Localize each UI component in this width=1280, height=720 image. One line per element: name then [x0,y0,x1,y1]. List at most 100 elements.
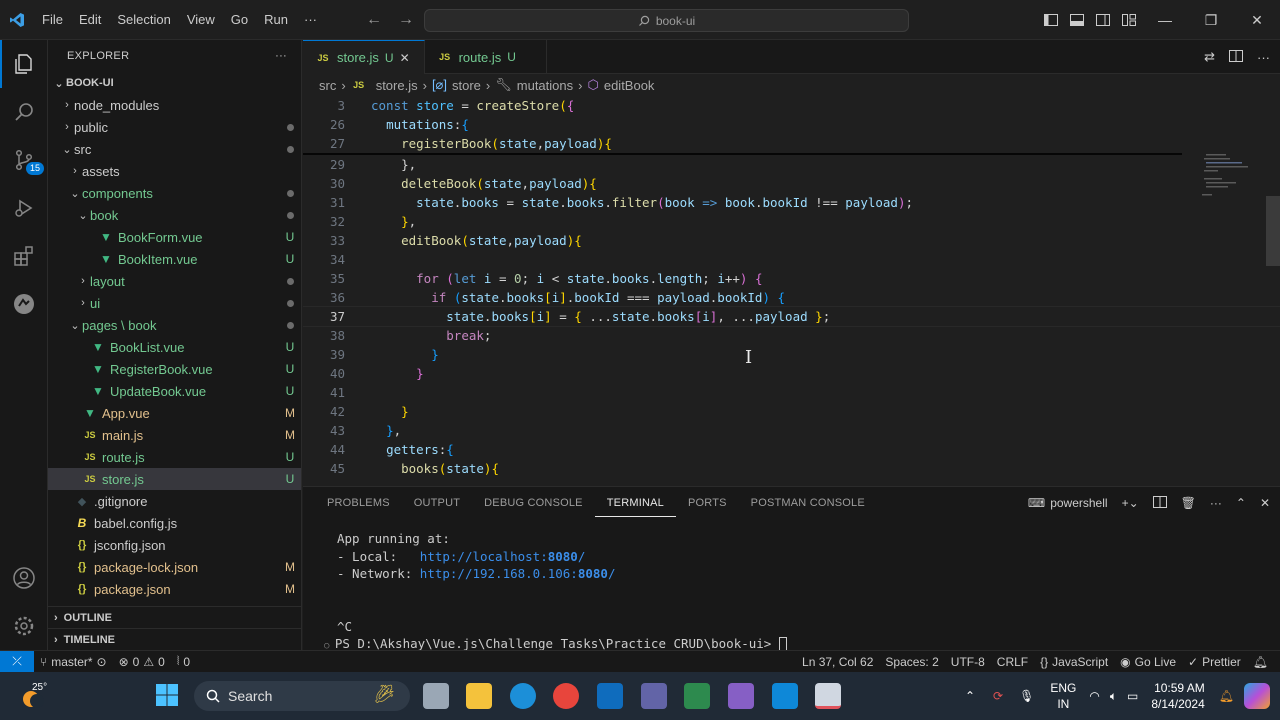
tree-file[interactable]: ▼ UpdateBook.vue U [48,380,301,402]
breadcrumb-src[interactable]: src [319,78,336,93]
tree-folder[interactable]: ⌄ src [48,138,301,160]
more-editor-actions-icon[interactable]: ··· [1257,50,1270,65]
tree-file[interactable]: JS main.js M [48,424,301,446]
tree-file[interactable]: JS route.js U [48,446,301,468]
language-mode[interactable]: {} JavaScript [1034,655,1114,669]
back-arrow-icon[interactable]: ← [366,11,382,29]
panel-tab[interactable]: POSTMAN CONSOLE [739,487,877,519]
command-center-search[interactable]: book-ui [424,9,909,32]
tab-route-js[interactable]: JS route.js U [425,40,547,74]
panel-tab[interactable]: TERMINAL [594,490,676,517]
tree-folder[interactable]: ⌄ book [48,204,301,226]
notifications-bell-icon[interactable]: 🔔︎ [1247,655,1274,669]
local-url-tail[interactable]: / [578,549,586,564]
workspace-root[interactable]: ⌄ BOOK-UI [48,72,301,94]
indentation[interactable]: Spaces: 2 [879,655,944,669]
forward-arrow-icon[interactable]: → [398,11,414,29]
tree-file[interactable]: ▼ BookList.vue U [48,336,301,358]
customize-layout-icon[interactable] [1116,0,1142,40]
search-view-icon[interactable] [0,88,48,136]
notification-bell-icon[interactable]: 🔔︎ [1213,689,1240,703]
clock[interactable]: 10:59 AM 8/14/2024 [1143,680,1212,712]
tree-file[interactable]: {} jsconfig.json [48,534,301,556]
tree-file[interactable]: JS store.js U [48,468,301,490]
menu-item[interactable]: Selection [109,0,178,40]
remote-indicator-icon[interactable]: ⤫ [0,650,34,673]
breadcrumb-mutations[interactable]: mutations [517,78,573,93]
breadcrumb-store[interactable]: store [452,78,481,93]
tree-file[interactable]: ▼ BookForm.vue U [48,226,301,248]
toggle-primary-sidebar-icon[interactable] [1038,0,1064,40]
panel-tab[interactable]: PROBLEMS [315,487,402,519]
sync-tray-icon[interactable]: ⟳ [985,689,1011,703]
close-window-button[interactable]: ✕ [1234,0,1280,40]
excel-icon[interactable] [684,683,710,709]
volume-icon[interactable]: 🔈︎ [1105,689,1122,704]
cursor-position[interactable]: Ln 37, Col 62 [796,655,879,669]
tree-folder[interactable]: › ui [48,292,301,314]
tree-file[interactable]: Bbabel.config.js [48,512,301,534]
kill-terminal-icon[interactable]: 🗑︎ [1181,496,1196,510]
encoding[interactable]: UTF-8 [945,655,991,669]
source-control-icon[interactable]: 15 [0,136,48,184]
tab-store-js[interactable]: JS store.js U ✕ [303,40,425,74]
toggle-secondary-sidebar-icon[interactable] [1090,0,1116,40]
copilot-icon[interactable] [1244,683,1270,709]
panel-tab[interactable]: PORTS [676,487,739,519]
battery-icon[interactable]: ▭ [1122,689,1143,703]
tree-file[interactable]: ▼ RegisterBook.vue U [48,358,301,380]
editor-scroll-thumb[interactable] [1266,196,1280,266]
settings-gear-icon[interactable] [0,602,48,650]
run-debug-icon[interactable] [0,184,48,232]
tree-folder[interactable]: ⌄ components [48,182,301,204]
restore-button[interactable]: ❐ [1188,0,1234,40]
local-url[interactable]: http://localhost: [420,549,548,564]
tree-folder[interactable]: ⌄ pages \ book [48,314,301,336]
compare-changes-icon[interactable]: ⇄ [1204,49,1215,65]
weather-widget[interactable]: 25° [18,680,58,712]
timeline-section[interactable]: › TIMELINE [48,628,301,650]
menu-item[interactable]: ··· [296,0,325,40]
more-actions-icon[interactable]: ··· [275,50,287,62]
tree-folder[interactable]: › node_modules [48,94,301,116]
menu-item[interactable]: View [179,0,223,40]
teams-icon[interactable] [641,683,667,709]
windows-start-icon[interactable] [155,683,181,709]
panel-tab[interactable]: DEBUG CONSOLE [472,487,595,519]
chrome-browser-icon[interactable] [553,683,579,709]
minimize-button[interactable]: — [1142,0,1188,40]
menu-item[interactable]: Run [256,0,296,40]
microphone-icon[interactable]: 🎙︎ [1011,689,1042,703]
problems-status[interactable]: ⊗ 0 ⚠ 0 [113,655,171,669]
tree-folder[interactable]: › public [48,116,301,138]
file-explorer-icon[interactable] [466,683,492,709]
breadcrumb-file[interactable]: store.js [376,78,418,93]
terminal-output[interactable]: App running at: - Local: http://localhos… [303,519,1280,654]
prettier-status[interactable]: ✓ Prettier [1182,655,1247,669]
menu-item[interactable]: Edit [71,0,109,40]
chevron-up-icon[interactable]: ⌃ [955,689,985,703]
local-url-port[interactable]: 8080 [548,549,578,564]
snipping-tool-icon[interactable] [815,683,841,709]
tree-file[interactable]: ▼ BookItem.vue U [48,248,301,270]
panel-tab[interactable]: OUTPUT [402,487,472,519]
split-terminal-icon[interactable] [1152,495,1167,511]
terminal-shell-selector[interactable]: ⌨ powershell [1028,496,1108,510]
input-language[interactable]: ENG IN [1042,680,1084,712]
wifi-icon[interactable]: ◠ [1084,689,1104,703]
edge-browser-icon[interactable] [510,683,536,709]
network-url-port[interactable]: 8080 [578,566,608,581]
breadcrumb-method[interactable]: editBook [604,78,655,93]
vscode-taskbar-icon[interactable] [772,683,798,709]
ports-status[interactable]: ⦚ 0 [171,654,196,669]
task-view-icon[interactable] [423,683,449,709]
editor-scrollbar[interactable] [1266,96,1280,486]
visual-studio-icon[interactable] [728,683,754,709]
tree-folder[interactable]: › layout [48,270,301,292]
outlook-icon[interactable] [597,683,623,709]
tree-folder[interactable]: › assets [48,160,301,182]
code-editor[interactable]: 3 const store = createStore({26 mutations… [303,96,1280,486]
account-icon[interactable] [0,554,48,602]
extensions-icon[interactable] [0,232,48,280]
explorer-icon[interactable] [0,40,48,88]
